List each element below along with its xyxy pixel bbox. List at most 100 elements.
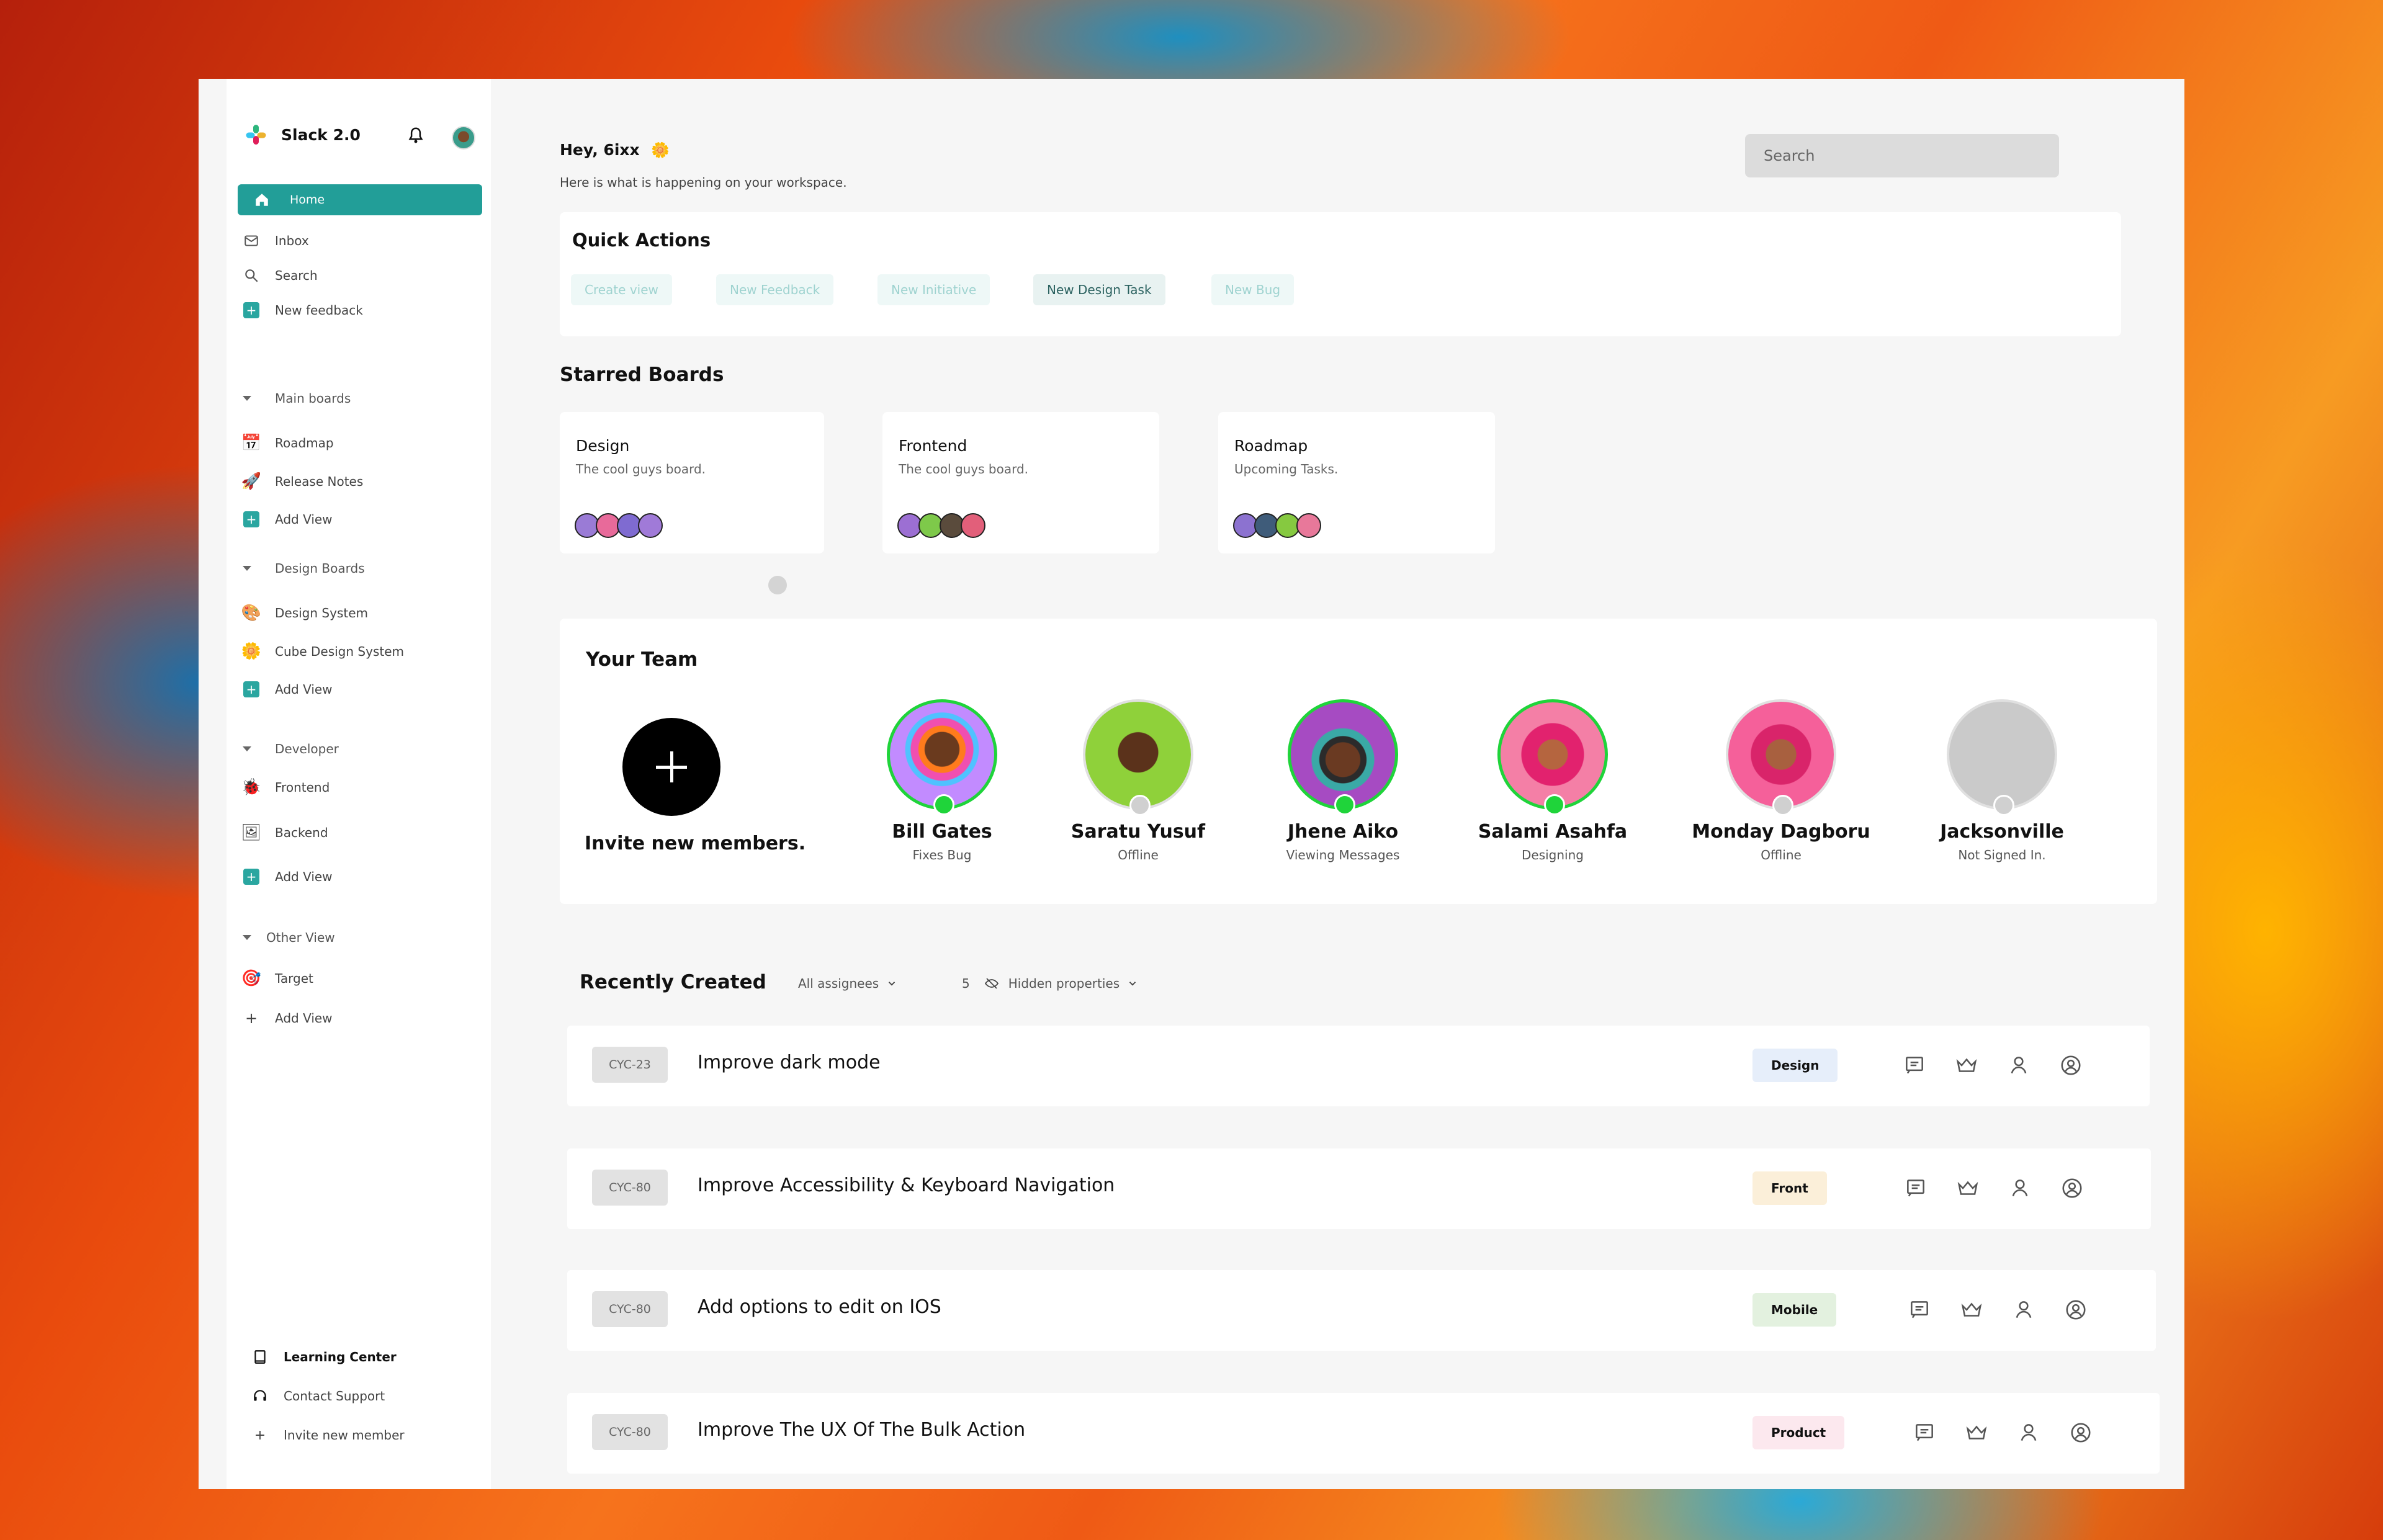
sidebar-item-target[interactable]: 🎯 Target <box>241 967 313 990</box>
team-member[interactable]: Bill Gates Fixes Bug <box>849 699 1035 862</box>
table-row[interactable]: CYC-80 Improve The UX Of The Bulk Action… <box>567 1393 2160 1474</box>
account-circle-icon[interactable] <box>2064 1298 2088 1322</box>
team-member[interactable]: Saratu Yusuf Offline <box>1045 699 1231 862</box>
sidebar-item-backend[interactable]: 🖼 Backend <box>241 821 328 844</box>
row-actions <box>1913 1421 2093 1444</box>
quick-actions-card: Quick Actions Create view New Feedback N… <box>560 212 2121 336</box>
avatar <box>1083 699 1193 816</box>
plus-icon: + <box>243 511 260 528</box>
new-design-task-button[interactable]: New Design Task <box>1033 274 1165 305</box>
contact-support-link[interactable]: Contact Support <box>251 1385 385 1407</box>
section-title: Other View <box>266 930 335 945</box>
member-name: Jhene Aiko <box>1287 821 1399 843</box>
issue-tag[interactable]: Front <box>1752 1171 1827 1205</box>
offline-status-icon <box>1772 795 1793 816</box>
account-circle-icon[interactable] <box>2060 1176 2084 1200</box>
team-member[interactable]: Jhene Aiko Viewing Messages <box>1250 699 1436 862</box>
new-feedback-button[interactable]: New Feedback <box>716 274 834 305</box>
board-card-frontend[interactable]: Frontend The cool guys board. <box>882 412 1159 553</box>
board-card-roadmap[interactable]: Roadmap Upcoming Tasks. <box>1218 412 1495 553</box>
section-other-view[interactable]: Other View <box>243 926 335 949</box>
sidebar-item-label: Release Notes <box>275 474 364 489</box>
nav-inbox-label: Inbox <box>275 233 309 248</box>
brand[interactable]: Slack 2.0 <box>246 122 361 147</box>
comment-icon[interactable] <box>1904 1176 1927 1200</box>
invite-member-button[interactable] <box>622 718 720 816</box>
issue-title: Improve Accessibility & Keyboard Navigat… <box>698 1175 1115 1196</box>
search-input[interactable]: Search <box>1745 134 2059 177</box>
user-avatar[interactable] <box>452 126 475 150</box>
hidden-properties-filter[interactable]: 5 Hidden properties <box>962 976 1138 991</box>
new-initiative-button[interactable]: New Initiative <box>877 274 990 305</box>
avatar <box>1497 699 1608 815</box>
table-row[interactable]: CYC-80 Add options to edit on IOS Mobile <box>567 1270 2156 1351</box>
board-members <box>575 513 663 538</box>
sidebar-item-roadmap[interactable]: 📅 Roadmap <box>241 432 334 454</box>
board-title: Design <box>576 437 630 455</box>
comment-icon[interactable] <box>1908 1298 1931 1322</box>
section-developer[interactable]: Developer <box>243 738 339 760</box>
member-status: Not Signed In. <box>1958 848 2046 862</box>
crown-icon[interactable] <box>1965 1421 1988 1444</box>
comment-icon[interactable] <box>1913 1421 1936 1444</box>
create-view-button[interactable]: Create view <box>571 274 672 305</box>
table-row[interactable]: CYC-80 Improve Accessibility & Keyboard … <box>567 1148 2151 1229</box>
issue-tag[interactable]: Product <box>1752 1416 1845 1449</box>
sidebar-item-label: Add View <box>275 869 333 884</box>
sidebar-item-label: Add View <box>275 682 333 697</box>
avatar <box>638 513 663 538</box>
issue-tag[interactable]: Design <box>1752 1049 1838 1082</box>
sidebar-item-add-view[interactable]: + Add View <box>243 508 333 530</box>
board-subtitle: Upcoming Tasks. <box>1234 462 1339 477</box>
carousel-dot[interactable] <box>768 576 787 594</box>
user-icon[interactable] <box>2012 1298 2035 1322</box>
plus-icon: + <box>245 1010 258 1027</box>
table-row[interactable]: CYC-23 Improve dark mode Design <box>567 1026 2150 1106</box>
chevron-down-icon <box>1129 982 1136 986</box>
issue-tag[interactable]: Mobile <box>1752 1293 1837 1327</box>
sidebar-item-label: Cube Design System <box>275 644 404 659</box>
sidebar-item-add-view[interactable]: + Add View <box>243 866 333 888</box>
crown-icon[interactable] <box>1956 1176 1980 1200</box>
starred-boards-title: Starred Boards <box>560 364 724 386</box>
user-icon[interactable] <box>2007 1054 2031 1077</box>
sidebar-item-cube-design-system[interactable]: 🌼 Cube Design System <box>241 640 404 663</box>
eye-off-icon <box>984 978 999 989</box>
plus-icon: + <box>243 302 260 319</box>
board-card-design[interactable]: Design The cool guys board. <box>560 412 824 553</box>
section-main-boards[interactable]: Main boards <box>243 387 351 410</box>
sidebar-item-release-notes[interactable]: 🚀 Release Notes <box>241 470 364 493</box>
sidebar-item-label: Backend <box>275 825 328 840</box>
row-actions <box>1908 1298 2088 1322</box>
member-name: Salami Asahfa <box>1478 821 1628 843</box>
nav-search[interactable]: Search <box>243 264 318 287</box>
bell-icon[interactable] <box>406 126 425 145</box>
user-icon[interactable] <box>2008 1176 2032 1200</box>
team-member[interactable]: Salami Asahfa Designing <box>1460 699 1646 862</box>
comment-icon[interactable] <box>1903 1054 1926 1077</box>
user-icon[interactable] <box>2017 1421 2040 1444</box>
section-title: Main boards <box>275 391 351 406</box>
section-design-boards[interactable]: Design Boards <box>243 557 365 580</box>
learning-center-link[interactable]: Learning Center <box>251 1346 397 1368</box>
sidebar-item-add-view[interactable]: + Add View <box>243 678 333 701</box>
team-member[interactable]: Jacksonville Not Signed In. <box>1909 699 2095 862</box>
new-bug-button[interactable]: New Bug <box>1211 274 1295 305</box>
invite-member-link[interactable]: + Invite new member <box>251 1424 405 1446</box>
issue-title: Improve The UX Of The Bulk Action <box>698 1419 1026 1441</box>
nav-home[interactable]: Home <box>238 184 482 215</box>
account-circle-icon[interactable] <box>2069 1421 2093 1444</box>
board-title: Frontend <box>899 437 967 455</box>
crown-icon[interactable] <box>1960 1298 1983 1322</box>
app-window: Slack 2.0 Home Inbox Search + New feedba… <box>199 79 2184 1489</box>
nav-inbox[interactable]: Inbox <box>243 230 309 252</box>
nav-new-feedback[interactable]: + New feedback <box>243 299 363 321</box>
sidebar-item-design-system[interactable]: 🎨 Design System <box>241 602 368 624</box>
sidebar-item-add-view[interactable]: + Add View <box>243 1007 333 1029</box>
account-circle-icon[interactable] <box>2059 1054 2083 1077</box>
crown-icon[interactable] <box>1955 1054 1978 1077</box>
team-member[interactable]: Monday Dagboru Offline <box>1688 699 1874 862</box>
assignee-filter[interactable]: All assignees <box>798 976 897 991</box>
headset-icon <box>251 1387 269 1405</box>
sidebar-item-frontend[interactable]: 🐞 Frontend <box>241 776 330 799</box>
